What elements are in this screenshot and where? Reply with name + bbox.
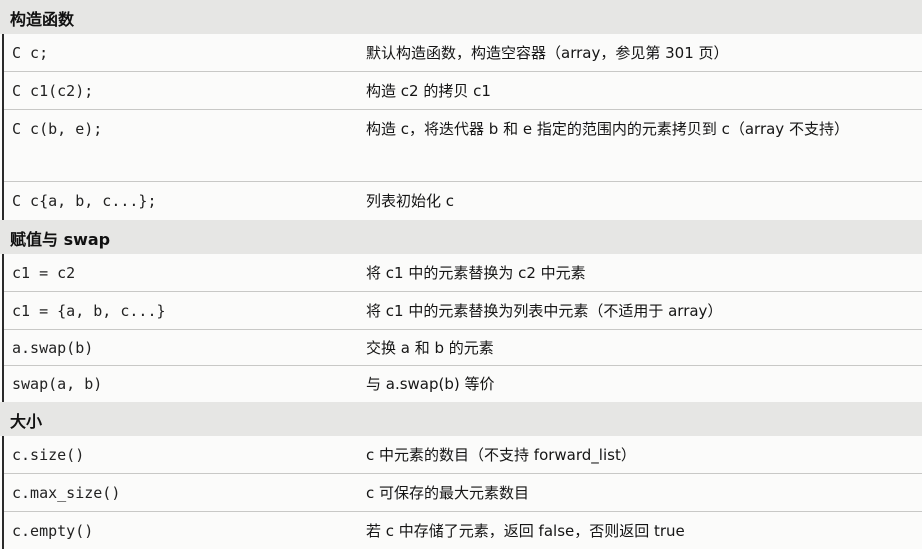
reference-table: 构造函数 C c; 默认构造函数，构造空容器（array，参见第 301 页） … [0,0,922,549]
operation-code: c1 = c2 [12,264,76,282]
operation-code: C c1(c2); [12,82,94,100]
operation-description: c 中元素的数目（不支持 forward_list） [366,446,636,464]
table-row: C c(b, e); 构造 c，将迭代器 b 和 e 指定的范围内的元素拷贝到 … [0,110,922,182]
operation-description: 交换 a 和 b 的元素 [366,339,494,357]
table-row: C c1(c2); 构造 c2 的拷贝 c1 [0,72,922,110]
operation-code: c.size() [12,446,85,464]
operation-description: 若 c 中存储了元素，返回 false，否则返回 true [366,522,685,540]
section-heading: 大小 [10,412,43,431]
operation-description: c 可保存的最大元素数目 [366,484,530,502]
section-header-size: 大小 [0,402,922,436]
operation-description: 默认构造函数，构造空容器（array，参见第 301 页） [366,44,729,62]
table-row: a.swap(b) 交换 a 和 b 的元素 [0,330,922,366]
operation-code: c1 = {a, b, c...} [12,302,166,320]
section-header-assignment: 赋值与 swap [0,220,922,254]
table-row: swap(a, b) 与 a.swap(b) 等价 [0,366,922,402]
section-header-constructors: 构造函数 [0,0,922,34]
table-row: C c; 默认构造函数，构造空容器（array，参见第 301 页） [0,34,922,72]
table-row: c.size() c 中元素的数目（不支持 forward_list） [0,436,922,474]
operation-code: C c(b, e); [12,120,103,138]
section-heading: 构造函数 [10,10,75,29]
table-row: c1 = {a, b, c...} 将 c1 中的元素替换为列表中元素（不适用于… [0,292,922,330]
operation-code: c.empty() [12,522,94,540]
operation-description: 将 c1 中的元素替换为列表中元素（不适用于 array） [366,302,723,320]
operation-description: 构造 c，将迭代器 b 和 e 指定的范围内的元素拷贝到 c（array 不支持… [366,120,849,138]
operation-description: 将 c1 中的元素替换为 c2 中元素 [366,264,586,282]
operation-code: swap(a, b) [12,375,103,393]
operation-description: 列表初始化 c [366,192,455,210]
operation-description: 与 a.swap(b) 等价 [366,375,495,393]
table-row: c1 = c2 将 c1 中的元素替换为 c2 中元素 [0,254,922,292]
table-row: C c{a, b, c...}; 列表初始化 c [0,182,922,220]
table-row: c.empty() 若 c 中存储了元素，返回 false，否则返回 true [0,512,922,549]
table-row: c.max_size() c 可保存的最大元素数目 [0,474,922,512]
operation-code: a.swap(b) [12,339,94,357]
section-heading: 赋值与 swap [10,230,111,249]
operation-code: C c{a, b, c...}; [12,192,157,210]
operation-code: c.max_size() [12,484,121,502]
operation-description: 构造 c2 的拷贝 c1 [366,82,491,100]
operation-code: C c; [12,44,49,62]
